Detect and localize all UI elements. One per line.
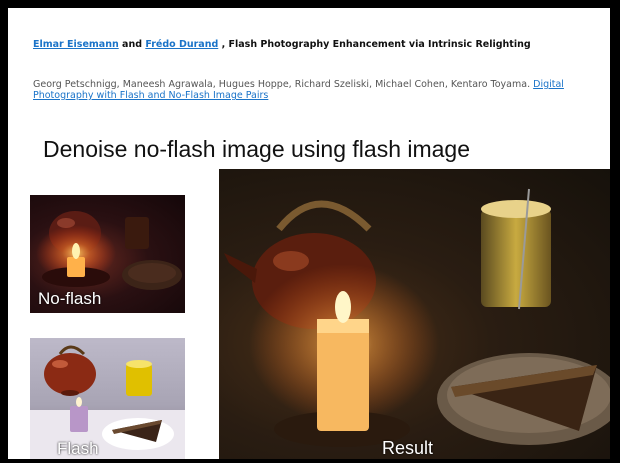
flash-label: Flash	[57, 439, 99, 458]
reference-eisemann-durand: Elmar Eisemann and Frédo Durand , Flash …	[33, 39, 593, 50]
result-photo: Result	[219, 169, 610, 459]
author-link-eisemann[interactable]: Elmar Eisemann	[33, 39, 119, 50]
slide: Elmar Eisemann and Frédo Durand , Flash …	[8, 8, 610, 459]
slide-heading: Denoise no-flash image using flash image	[43, 136, 471, 162]
result-label: Result	[382, 438, 434, 458]
author-link-durand[interactable]: Frédo Durand	[145, 39, 218, 50]
reference-petschnigg: Georg Petschnigg, Maneesh Agrawala, Hugu…	[33, 79, 593, 101]
flash-photo: Flash	[30, 338, 185, 459]
result-scene-image	[224, 188, 610, 447]
noflash-photo: No-flash	[30, 195, 185, 313]
reference-conjunction: and	[118, 39, 146, 50]
reference-authors: Georg Petschnigg, Maneesh Agrawala, Hugu…	[33, 79, 534, 90]
reference-title: , Flash Photography Enhancement via Intr…	[218, 39, 531, 50]
flash-scene-image	[30, 345, 185, 459]
noflash-label: No-flash	[38, 289, 102, 308]
